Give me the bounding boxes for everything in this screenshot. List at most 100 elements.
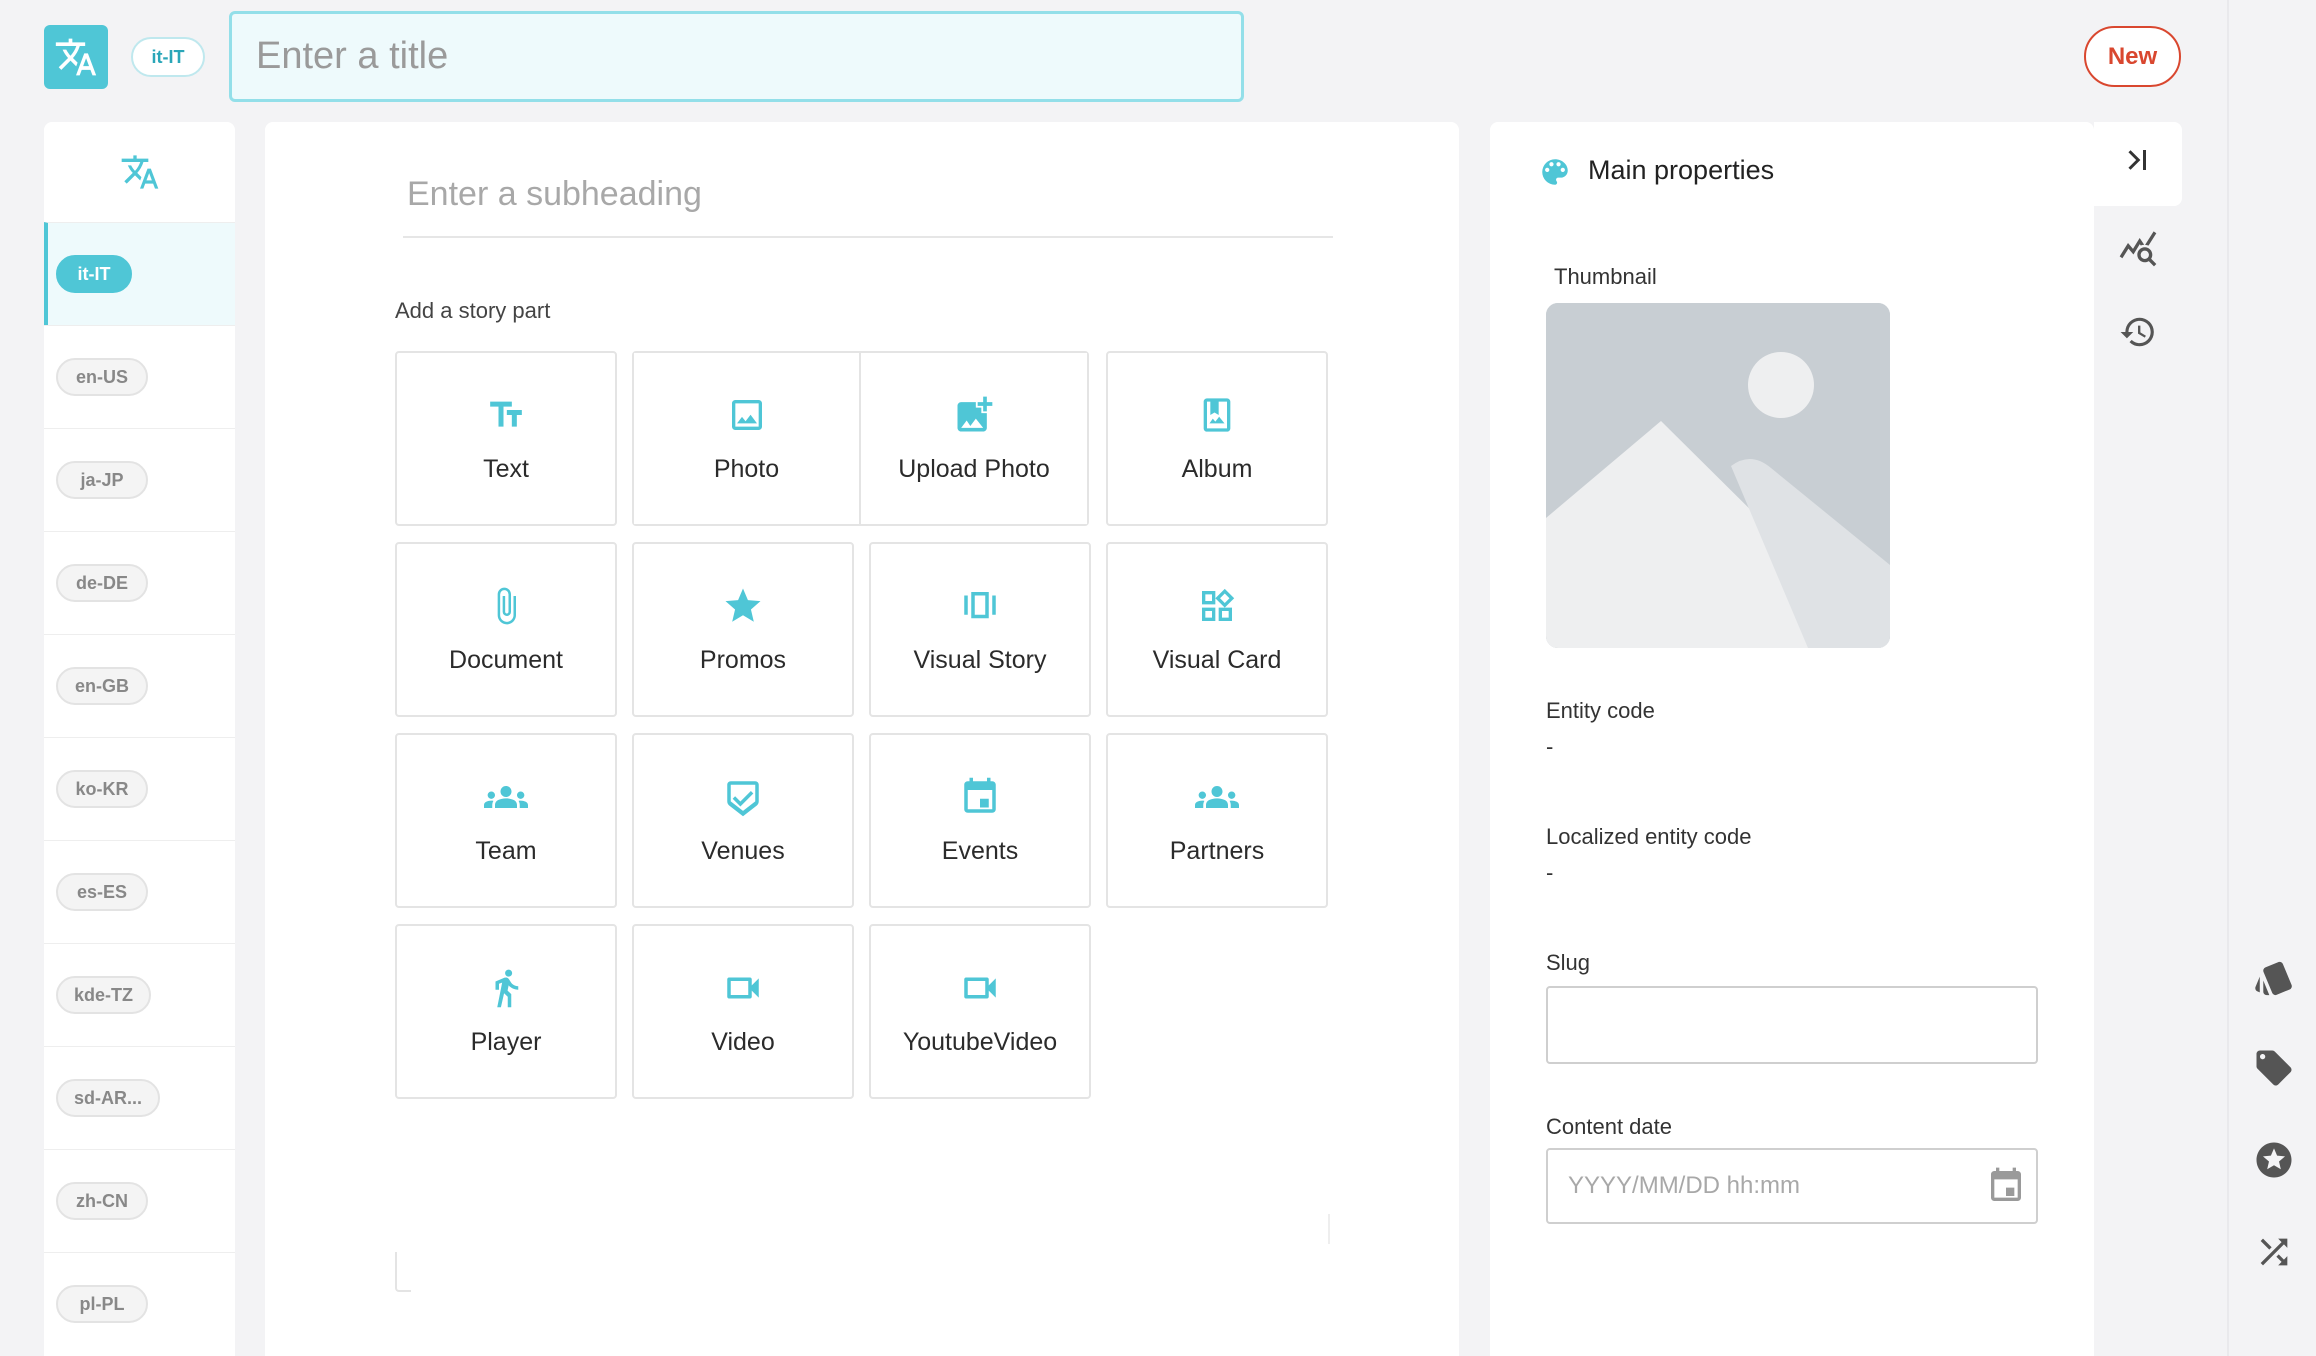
person-icon — [484, 966, 528, 1010]
new-button[interactable]: New — [2084, 26, 2181, 87]
group-icon — [484, 775, 528, 819]
tile-label: Partners — [1169, 837, 1265, 865]
translate-logo-icon[interactable] — [44, 25, 108, 89]
content-date-label: Content date — [1546, 1114, 1672, 1139]
locale-item-en-US[interactable]: en-US — [44, 325, 235, 428]
shield-check-icon — [721, 775, 765, 819]
locale-item-en-GB[interactable]: en-GB — [44, 634, 235, 737]
locale-item-de-DE[interactable]: de-DE — [44, 531, 235, 634]
locale-sidebar: it-IT en-US ja-JP de-DE en-GB ko-KR es-E… — [44, 122, 235, 1356]
story-content-area-edge — [395, 1252, 411, 1292]
tile-label: Venues — [701, 837, 785, 865]
story-part-events-button[interactable]: Events — [869, 733, 1091, 908]
tile-label: Visual Card — [1152, 646, 1282, 674]
locale-pill: pl-PL — [56, 1285, 148, 1323]
locale-item-kde-TZ[interactable]: kde-TZ — [44, 943, 235, 1046]
entity-code-label: Entity code — [1546, 698, 1655, 723]
story-part-text-button[interactable]: Text — [395, 351, 617, 526]
calendar-icon — [958, 775, 1002, 819]
shuffle-icon[interactable] — [2252, 1230, 2296, 1274]
locale-item-ko-KR[interactable]: ko-KR — [44, 737, 235, 840]
entity-code-value: - — [1546, 734, 1554, 759]
properties-panel: Main properties Thumbnail Entity code - … — [1490, 122, 2094, 1356]
locale-item-it-IT[interactable]: it-IT — [44, 222, 235, 325]
locale-pill: zh-CN — [56, 1182, 148, 1220]
locale-pill: de-DE — [56, 564, 148, 602]
story-content-area-edge — [1328, 1214, 1330, 1244]
locale-item-ja-JP[interactable]: ja-JP — [44, 428, 235, 531]
insights-search-icon[interactable] — [2116, 226, 2160, 270]
tile-label: Video — [711, 1028, 775, 1056]
story-part-visual-card-button[interactable]: Visual Card — [1106, 542, 1328, 717]
story-part-album-button[interactable]: Album — [1106, 351, 1328, 526]
story-part-youtube-video-button[interactable]: YoutubeVideo — [869, 924, 1091, 1099]
tag-icon[interactable] — [2252, 1046, 2296, 1090]
history-icon[interactable] — [2116, 310, 2160, 354]
thumbnail-label: Thumbnail — [1554, 264, 1657, 289]
locale-pill: ja-JP — [56, 461, 148, 499]
story-part-venues-button[interactable]: Venues — [632, 733, 854, 908]
thumbnail-placeholder-image[interactable] — [1546, 303, 1890, 648]
star-icon — [721, 584, 765, 628]
title-input[interactable] — [229, 11, 1244, 102]
photo-icon — [725, 393, 769, 437]
slug-label: Slug — [1546, 950, 1591, 975]
properties-title: Main properties — [1588, 155, 1775, 185]
current-locale-badge[interactable]: it-IT — [131, 37, 205, 77]
locale-pill: es-ES — [56, 873, 148, 911]
story-part-photo-button[interactable]: Photo — [634, 353, 859, 524]
locale-item-pl-PL[interactable]: pl-PL — [44, 1252, 235, 1355]
photo-tile-group: Photo Upload Photo — [632, 351, 1089, 526]
story-part-upload-photo-button[interactable]: Upload Photo — [859, 353, 1087, 524]
video-camera-icon — [721, 966, 765, 1010]
locale-pill: en-US — [56, 358, 148, 396]
group-icon — [1195, 775, 1239, 819]
locale-pill: sd-AR... — [56, 1079, 161, 1117]
tile-label: Photo — [713, 455, 780, 483]
tile-label: YoutubeVideo — [902, 1028, 1058, 1056]
tile-label: Promos — [699, 646, 787, 674]
tile-label: Album — [1181, 455, 1253, 483]
tile-label: Upload Photo — [898, 455, 1050, 483]
palette-icon — [1538, 155, 1572, 194]
upload-photo-icon — [952, 393, 996, 437]
locale-item-sd-AR[interactable]: sd-AR... — [44, 1046, 235, 1149]
story-part-player-button[interactable]: Player — [395, 924, 617, 1099]
star-badge-icon[interactable] — [2252, 1138, 2296, 1182]
locale-pill: en-GB — [56, 667, 148, 705]
album-icon — [1195, 393, 1239, 437]
cards-icon[interactable] — [2252, 956, 2296, 1000]
story-part-video-button[interactable]: Video — [632, 924, 854, 1099]
carousel-icon — [958, 584, 1002, 628]
right-rail-divider — [2227, 0, 2229, 1356]
localized-entity-code-label: Localized entity code — [1546, 824, 1752, 849]
story-part-team-button[interactable]: Team — [395, 733, 617, 908]
tile-label: Events — [941, 837, 1019, 865]
editor-panel: Add a story part Text Photo Upload Photo… — [265, 122, 1459, 1356]
translate-icon[interactable] — [44, 122, 235, 222]
calendar-icon[interactable] — [1986, 1166, 2026, 1211]
tile-label: Team — [475, 837, 537, 865]
collapse-panel-icon[interactable] — [2117, 140, 2157, 180]
story-part-promos-button[interactable]: Promos — [632, 542, 854, 717]
add-story-part-label: Add a story part — [395, 298, 551, 323]
locale-item-zh-CN[interactable]: zh-CN — [44, 1149, 235, 1252]
story-part-visual-story-button[interactable]: Visual Story — [869, 542, 1091, 717]
locale-item-es-ES[interactable]: es-ES — [44, 840, 235, 943]
text-icon — [484, 393, 528, 437]
subheading-input[interactable] — [403, 170, 1333, 238]
story-part-partners-button[interactable]: Partners — [1106, 733, 1328, 908]
locale-pill: ko-KR — [56, 770, 148, 808]
tile-label: Visual Story — [913, 646, 1047, 674]
story-part-document-button[interactable]: Document — [395, 542, 617, 717]
video-camera-icon — [958, 966, 1002, 1010]
paperclip-icon — [484, 584, 528, 628]
tile-label: Document — [449, 646, 563, 674]
tile-label: Player — [470, 1028, 542, 1056]
localized-entity-code-value: - — [1546, 860, 1554, 885]
content-date-input[interactable] — [1546, 1148, 2038, 1224]
locale-pill: kde-TZ — [56, 976, 152, 1014]
locale-pill: it-IT — [56, 255, 132, 293]
widgets-icon — [1195, 584, 1239, 628]
slug-input[interactable] — [1546, 986, 2038, 1064]
